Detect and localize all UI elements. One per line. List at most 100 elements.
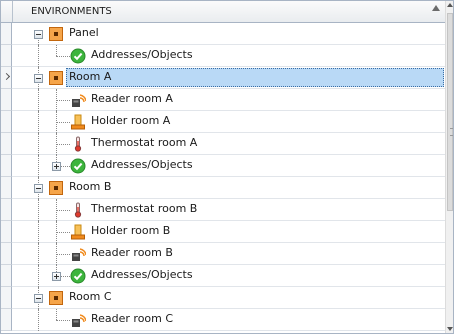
row-header[interactable] bbox=[1, 265, 12, 287]
green-check-icon bbox=[70, 268, 86, 284]
collapse-icon[interactable] bbox=[34, 74, 43, 83]
scroll-thumb[interactable] bbox=[447, 13, 453, 211]
green-check-icon bbox=[70, 158, 86, 174]
card-reader-icon bbox=[70, 246, 87, 262]
row-header[interactable] bbox=[1, 221, 12, 243]
collapse-icon[interactable] bbox=[34, 294, 43, 303]
tree-row[interactable]: Room A bbox=[1, 67, 445, 89]
green-check-icon bbox=[70, 48, 86, 64]
tree-row[interactable]: Thermostat room B bbox=[1, 199, 445, 221]
tree-node[interactable]: Room A bbox=[12, 67, 445, 89]
collapse-icon[interactable] bbox=[34, 30, 43, 39]
row-header[interactable] bbox=[1, 287, 12, 309]
tree-node[interactable]: Holder room A bbox=[12, 111, 445, 133]
orange-square-icon bbox=[48, 290, 64, 306]
tree-row[interactable]: Thermostat room A bbox=[1, 133, 445, 155]
tree-connector bbox=[56, 100, 70, 101]
node-label: Room C bbox=[69, 290, 112, 303]
vertical-scrollbar[interactable] bbox=[445, 1, 453, 333]
row-header[interactable] bbox=[1, 243, 12, 265]
tree-node[interactable]: Room C bbox=[12, 287, 445, 309]
expand-icon[interactable] bbox=[52, 272, 61, 281]
tree-node[interactable]: Reader room A bbox=[12, 89, 445, 111]
row-header[interactable] bbox=[1, 89, 12, 111]
row-header[interactable] bbox=[1, 111, 12, 133]
tree-connector bbox=[38, 45, 39, 67]
tree-connector bbox=[56, 56, 70, 57]
thermometer-icon bbox=[70, 136, 86, 152]
tree-connector bbox=[56, 309, 57, 320]
node-label: Room A bbox=[69, 70, 112, 83]
tree-node[interactable]: Addresses/Objects bbox=[12, 155, 445, 177]
tree-node[interactable]: Reader room B bbox=[12, 243, 445, 265]
row-header[interactable] bbox=[1, 309, 12, 331]
scroll-up-arrow-icon[interactable] bbox=[447, 3, 453, 7]
thermometer-icon bbox=[70, 202, 86, 218]
tree-connector bbox=[38, 89, 39, 111]
tree-row[interactable]: Holder room A bbox=[1, 111, 445, 133]
card-reader-icon bbox=[70, 92, 87, 108]
tree-node[interactable]: Reader room C bbox=[12, 309, 445, 331]
tree-connector bbox=[56, 210, 70, 211]
tree-connector bbox=[56, 254, 70, 255]
column-header[interactable]: ENVIRONMENTS bbox=[1, 1, 445, 23]
row-header[interactable] bbox=[1, 45, 12, 67]
tree-node[interactable]: Room B bbox=[12, 177, 445, 199]
node-label: Addresses/Objects bbox=[91, 268, 193, 281]
tree-row[interactable]: Reader room B bbox=[1, 243, 445, 265]
node-label: Holder room A bbox=[91, 114, 171, 127]
node-label: Reader room B bbox=[91, 246, 173, 259]
node-label: Addresses/Objects bbox=[91, 158, 193, 171]
collapse-icon[interactable] bbox=[34, 184, 43, 193]
tree-node[interactable]: Addresses/Objects bbox=[12, 45, 445, 67]
tree-connector bbox=[56, 45, 57, 56]
row-header[interactable] bbox=[1, 155, 12, 177]
tree-row[interactable]: Addresses/Objects bbox=[1, 265, 445, 287]
tree-row[interactable]: Reader room A bbox=[1, 89, 445, 111]
tree-connector bbox=[56, 232, 70, 233]
tree-node[interactable]: Holder room B bbox=[12, 221, 445, 243]
row-header[interactable] bbox=[1, 133, 12, 155]
node-label: Reader room C bbox=[91, 312, 174, 325]
node-label: Thermostat room B bbox=[91, 202, 198, 215]
scroll-down-arrow-icon[interactable] bbox=[447, 327, 453, 331]
row-header[interactable] bbox=[1, 199, 12, 221]
node-label: Reader room A bbox=[91, 92, 173, 105]
tree-connector bbox=[56, 122, 70, 123]
tree-connector bbox=[38, 243, 39, 265]
header-corner bbox=[1, 1, 13, 22]
environments-tree[interactable]: ENVIRONMENTS Panel Addresses/Objects Room … bbox=[0, 0, 454, 334]
tree-row[interactable]: Room B bbox=[1, 177, 445, 199]
tree-row[interactable]: Holder room B bbox=[1, 221, 445, 243]
card-reader-icon bbox=[70, 312, 87, 328]
tree-connector bbox=[38, 221, 39, 243]
node-label: Panel bbox=[69, 26, 99, 39]
row-header[interactable] bbox=[1, 177, 12, 199]
card-holder-icon bbox=[70, 224, 86, 240]
tree-node[interactable]: Thermostat room B bbox=[12, 199, 445, 221]
tree-node[interactable]: Panel bbox=[12, 23, 445, 45]
tree-row[interactable]: Panel bbox=[1, 23, 445, 45]
node-label: Holder room B bbox=[91, 224, 171, 237]
row-header[interactable] bbox=[1, 23, 12, 45]
tree-connector bbox=[38, 155, 39, 177]
tree-row[interactable]: Addresses/Objects bbox=[1, 45, 445, 67]
orange-square-icon bbox=[48, 70, 64, 86]
tree-row[interactable]: Room C bbox=[1, 287, 445, 309]
tree-connector bbox=[38, 133, 39, 155]
scroll-grip-icon bbox=[450, 128, 453, 136]
tree-connector bbox=[56, 144, 70, 145]
expand-icon[interactable] bbox=[52, 162, 61, 171]
sort-arrow-icon bbox=[432, 5, 440, 11]
current-row-indicator[interactable] bbox=[1, 67, 12, 89]
tree-row[interactable]: Addresses/Objects bbox=[1, 155, 445, 177]
tree-node[interactable]: Addresses/Objects bbox=[12, 265, 445, 287]
tree-row[interactable]: Reader room C bbox=[1, 309, 445, 331]
tree-connector bbox=[38, 111, 39, 133]
node-label: Addresses/Objects bbox=[91, 48, 193, 61]
orange-square-icon bbox=[48, 180, 64, 196]
orange-square-icon bbox=[48, 26, 64, 42]
tree-connector bbox=[38, 199, 39, 221]
tree-connector bbox=[56, 320, 70, 321]
tree-node[interactable]: Thermostat room A bbox=[12, 133, 445, 155]
